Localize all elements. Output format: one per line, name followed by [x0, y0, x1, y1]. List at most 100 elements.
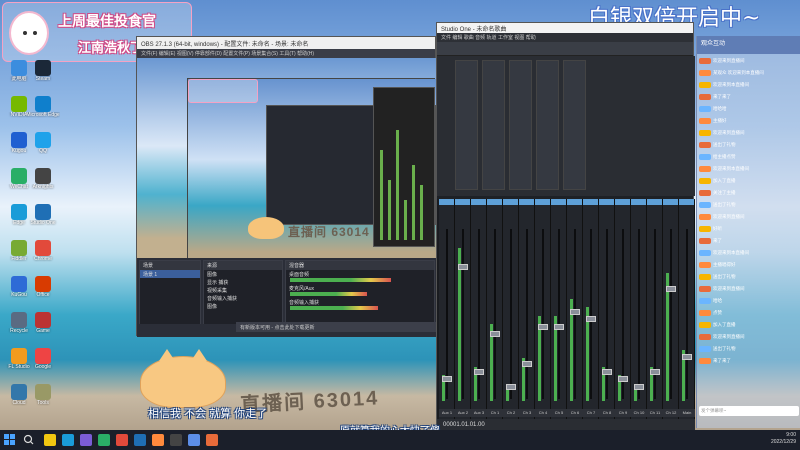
desktop-icon[interactable]: Google: [26, 348, 60, 386]
fader-knob[interactable]: [586, 316, 596, 322]
app-icon: [35, 168, 51, 184]
source-item[interactable]: 显示 捕获: [204, 278, 282, 286]
search-icon[interactable]: [22, 434, 36, 446]
mixer-strip[interactable]: Ch 7: [583, 199, 599, 419]
desktop-icon[interactable]: Studio One: [26, 204, 60, 242]
fader-knob[interactable]: [554, 324, 564, 330]
routing-column: [455, 60, 478, 190]
fader-knob[interactable]: [458, 264, 468, 270]
strip-name: Ch 5: [551, 409, 567, 417]
fader-knob[interactable]: [666, 286, 676, 292]
chat-message: 加入了直播: [699, 175, 798, 186]
mixer-strip[interactable]: Ch 9: [615, 199, 631, 419]
studio-one-toolbar[interactable]: [437, 42, 693, 56]
source-item[interactable]: 图像: [204, 270, 282, 278]
desktop-icon-label: Studio One: [30, 220, 56, 226]
chat-message: 欢迎来到直播间: [699, 55, 798, 66]
chat-message: 送出了礼物: [699, 199, 798, 210]
mixer-strip[interactable]: Ch 6: [567, 199, 583, 419]
chat-message: 送出了礼物: [699, 139, 798, 150]
strip-header: [567, 199, 582, 205]
strip-name: Ch 6: [567, 409, 583, 417]
taskbar-app-icon[interactable]: [206, 434, 218, 446]
app-icon: [35, 348, 51, 364]
fader-knob[interactable]: [490, 331, 500, 337]
mixer-strip[interactable]: Ch 1: [487, 199, 503, 419]
mixer-strip[interactable]: Ch 2: [503, 199, 519, 419]
fader-knob[interactable]: [650, 369, 660, 375]
obs-window[interactable]: OBS 27.1.3 (64-bit, windows) - 配置文件: 未命名…: [136, 36, 437, 337]
fader-knob[interactable]: [570, 309, 580, 315]
mixer-strip[interactable]: Ch 4: [535, 199, 551, 419]
chat-text: 送出了礼物: [713, 142, 736, 147]
fan-badge: [699, 153, 711, 160]
mixer-strip[interactable]: Ch 12: [663, 199, 679, 419]
taskbar-app-icon[interactable]: [116, 434, 128, 446]
fader-knob[interactable]: [634, 384, 644, 390]
taskbar-app-icon[interactable]: [188, 434, 200, 446]
desktop-icon[interactable]: Office: [26, 276, 60, 314]
taskbar-app-icon[interactable]: [80, 434, 92, 446]
scene-item[interactable]: 场景 1: [140, 270, 200, 278]
mixer-strip[interactable]: Ch 11: [647, 199, 663, 419]
desktop-icon[interactable]: Game: [26, 312, 60, 350]
strip-header: [519, 199, 534, 205]
taskbar-app-icon[interactable]: [170, 434, 182, 446]
strip-header: [599, 199, 614, 205]
fader-knob[interactable]: [538, 324, 548, 330]
studio-one-window[interactable]: Studio One - 未命名歌曲 文件 编辑 歌曲 音频 轨道 工作室 视图…: [436, 22, 695, 433]
obs-menubar[interactable]: 文件(F) 编辑(E) 视图(V) 停靠部件(D) 配置文件(P) 场景集合(S…: [137, 49, 435, 58]
nested-meter: [396, 130, 399, 240]
fader-knob[interactable]: [506, 384, 516, 390]
desktop-icon[interactable]: Steam: [26, 60, 60, 98]
mixer-strip[interactable]: Aux 3: [471, 199, 487, 419]
obs-preview[interactable]: 直播间 63014: [137, 58, 437, 278]
chat-text: 主播唱得好: [713, 262, 736, 267]
fader-knob[interactable]: [474, 369, 484, 375]
fan-badge: [699, 201, 711, 208]
obs-title: OBS 27.1.3 (64-bit, windows) - 配置文件: 未命名…: [137, 37, 435, 49]
source-item[interactable]: 音频输入捕获: [204, 294, 282, 302]
mixer-strip[interactable]: Ch 10: [631, 199, 647, 419]
desktop-icon[interactable]: Arknights: [26, 168, 60, 206]
taskbar-app-icon[interactable]: [44, 434, 56, 446]
desktop-icon[interactable]: Microsoft Edge: [26, 96, 60, 134]
app-icon: [35, 276, 51, 292]
obs-update-notice[interactable]: 有新版本可用 - 点击此处下载更新: [236, 322, 436, 332]
strip-header: [631, 199, 646, 205]
banner-title: 上周最佳投食官: [58, 13, 156, 29]
chat-list: 欢迎来到直播间 某观众 欢迎来到本直播间 欢迎来到本直播间 来了来了 哈哈哈 主播好 欢迎来…: [697, 55, 800, 366]
fader-track: [686, 229, 688, 399]
fan-badge: [699, 237, 711, 244]
fader-knob[interactable]: [602, 369, 612, 375]
fan-badge: [699, 261, 711, 268]
mixer-strip[interactable]: Aux 2: [455, 199, 471, 419]
source-item[interactable]: 图像: [204, 302, 282, 310]
taskbar-app-icon[interactable]: [62, 434, 74, 446]
taskbar-app-icon[interactable]: [98, 434, 110, 446]
studio-one-menubar[interactable]: 文件 编辑 歌曲 音频 轨道 工作室 视图 帮助: [437, 33, 693, 42]
taskbar-app-icon[interactable]: [134, 434, 146, 446]
desktop-icon[interactable]: QQ: [26, 132, 60, 170]
routing-column: [482, 60, 505, 190]
app-icon: [35, 60, 51, 76]
source-item[interactable]: 视频采集: [204, 286, 282, 294]
app-icon: [35, 204, 51, 220]
mixer-strip[interactable]: Ch 8: [599, 199, 615, 419]
desktop-icon[interactable]: Tools: [26, 384, 60, 422]
fader-knob[interactable]: [618, 376, 628, 382]
mixer-strip[interactable]: Ch 5: [551, 199, 567, 419]
chat-input[interactable]: 发个弹幕呗~: [699, 406, 799, 416]
fader-knob[interactable]: [682, 354, 692, 360]
fader-knob[interactable]: [442, 376, 452, 382]
system-tray[interactable]: 9:00 2022/12/29: [771, 432, 796, 446]
start-button[interactable]: [4, 434, 16, 446]
desktop-icon[interactable]: Chrome: [26, 240, 60, 278]
desktop-icon-label: Chrome: [34, 256, 52, 262]
cat-avatar: [9, 11, 49, 55]
mixer-strip[interactable]: Ch 3: [519, 199, 535, 419]
fader-knob[interactable]: [522, 361, 532, 367]
mixer-strip[interactable]: Main: [679, 199, 695, 419]
taskbar-app-icon[interactable]: [152, 434, 164, 446]
mixer-strip[interactable]: Aux 1: [439, 199, 455, 419]
